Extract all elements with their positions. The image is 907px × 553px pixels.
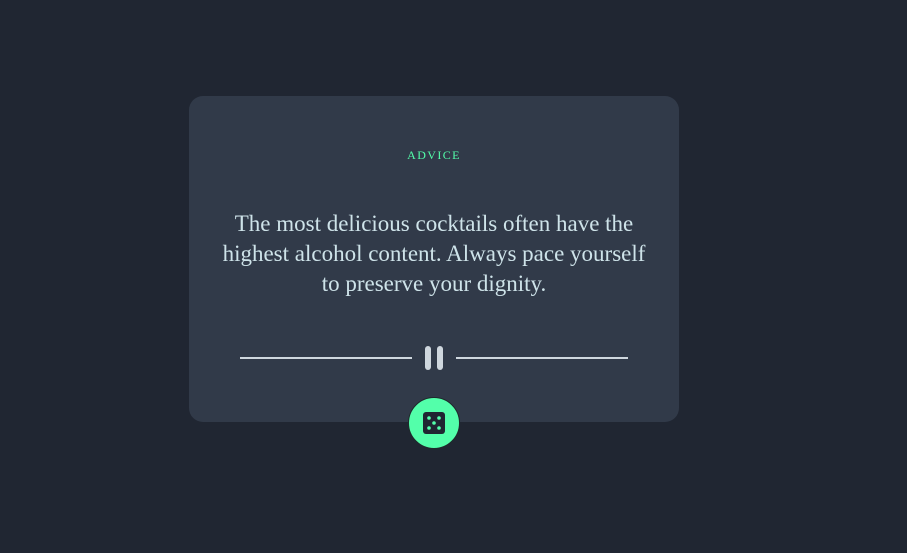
divider-line-right <box>456 357 628 359</box>
generate-advice-button[interactable] <box>408 397 460 449</box>
advice-quote: The most delicious cocktails often have … <box>222 211 646 296</box>
advice-label: ADVICE <box>407 148 461 162</box>
pause-icon <box>425 346 444 370</box>
divider <box>240 346 628 370</box>
advice-card: ADVICE The most delicious cocktails ofte… <box>189 96 679 422</box>
divider-line-left <box>240 357 412 359</box>
dice-icon <box>423 412 445 434</box>
